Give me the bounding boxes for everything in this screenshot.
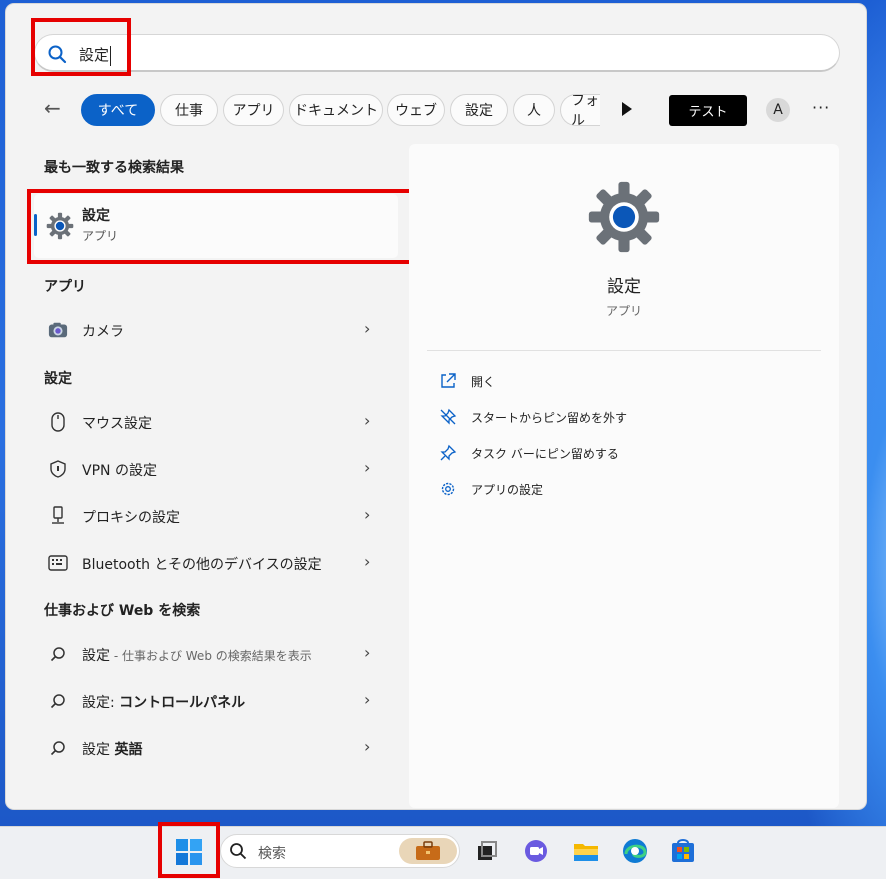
filter-chip-all[interactable]: すべて: [81, 94, 155, 126]
scroll-filters-right-icon[interactable]: [622, 102, 632, 116]
search-icon: [48, 738, 68, 758]
edge-browser-icon[interactable]: [620, 836, 650, 866]
chevron-right-icon[interactable]: ›: [364, 690, 370, 709]
web-result-main: 設定:: [82, 695, 120, 711]
preview-pane: 設定 アプリ 開く スタートからピン留めを外す タスク バーにピン留めする アプ…: [409, 144, 839, 808]
gear-icon: [441, 482, 455, 496]
setting-item-label: Bluetooth とその他のデバイスの設定: [82, 557, 322, 573]
search-input[interactable]: 設定: [34, 34, 840, 72]
filter-chip-work[interactable]: 仕事: [160, 94, 218, 126]
setting-item-label: VPN の設定: [82, 463, 157, 479]
taskbar-search-placeholder: 検索: [258, 846, 286, 862]
setting-item-vpn[interactable]: VPN の設定 ›: [34, 449, 390, 489]
divider: [427, 350, 821, 351]
preview-subtitle: アプリ: [605, 304, 642, 318]
open-external-icon: [441, 373, 456, 388]
search-icon: [48, 691, 68, 711]
chevron-right-icon[interactable]: ›: [364, 411, 370, 430]
action-label: タスク バーにピン留めする: [471, 447, 619, 461]
settings-heading: 設定: [44, 371, 72, 387]
filter-chip-settings[interactable]: 設定: [450, 94, 508, 126]
highlight-best-match: [27, 189, 416, 264]
shield-icon: [48, 459, 68, 479]
file-explorer-icon[interactable]: [571, 836, 601, 866]
store-icon[interactable]: [668, 836, 698, 866]
pin-icon: [440, 444, 457, 461]
taskbar-search-box[interactable]: 検索: [220, 834, 460, 868]
chevron-right-icon[interactable]: ›: [364, 737, 370, 756]
web-result-sub: - 仕事および Web の検索結果を表示: [110, 649, 312, 663]
mouse-icon: [48, 412, 68, 432]
setting-item-bluetooth[interactable]: Bluetooth とその他のデバイスの設定 ›: [34, 543, 390, 583]
setting-item-mouse[interactable]: マウス設定 ›: [34, 402, 390, 442]
best-match-heading: 最も一致する検索結果: [44, 160, 184, 176]
highlight-search-box: [31, 18, 131, 76]
web-result-bold: 英語: [114, 742, 143, 758]
filter-chip-web[interactable]: ウェブ: [387, 94, 445, 126]
apps-heading: アプリ: [44, 279, 86, 295]
chevron-right-icon[interactable]: ›: [364, 458, 370, 477]
setting-item-proxy[interactable]: プロキシの設定 ›: [34, 496, 390, 536]
camera-icon: [48, 320, 68, 340]
filter-chip-folders[interactable]: フォル: [560, 94, 600, 126]
chevron-right-icon[interactable]: ›: [364, 319, 370, 338]
app-item-label: カメラ: [82, 324, 124, 340]
more-options-icon[interactable]: ···: [812, 98, 830, 117]
web-result-item[interactable]: 設定 英語 ›: [34, 728, 390, 768]
briefcase-icon: [416, 841, 440, 860]
action-label: 開く: [471, 375, 496, 389]
proxy-icon: [48, 506, 68, 526]
web-result-main: 設定: [82, 648, 110, 664]
action-label: スタートからピン留めを外す: [471, 411, 628, 425]
preview-title: 設定: [607, 277, 641, 297]
setting-item-label: プロキシの設定: [82, 510, 180, 526]
chevron-right-icon[interactable]: ›: [364, 552, 370, 571]
setting-item-label: マウス設定: [82, 416, 152, 432]
highlight-start-button: [158, 822, 220, 878]
chevron-right-icon[interactable]: ›: [364, 505, 370, 524]
filter-chip-documents[interactable]: ドキュメント: [289, 94, 383, 126]
avatar[interactable]: A: [766, 98, 790, 122]
search-icon: [230, 843, 247, 860]
web-result-item[interactable]: 設定 - 仕事および Web の検索結果を表示 ›: [34, 634, 390, 674]
action-label: アプリの設定: [471, 483, 544, 497]
unpin-icon: [440, 408, 457, 425]
app-item-camera[interactable]: カメラ ›: [34, 310, 390, 350]
briefcase-highlight: [399, 838, 457, 864]
task-view-icon[interactable]: [472, 836, 502, 866]
search-icon: [48, 644, 68, 664]
filter-chip-apps[interactable]: アプリ: [223, 94, 284, 126]
chat-icon[interactable]: [521, 836, 551, 866]
back-arrow-icon[interactable]: ←: [44, 96, 61, 120]
web-search-heading: 仕事および Web を検索: [44, 603, 201, 619]
gear-icon: [588, 181, 660, 253]
web-result-item[interactable]: 設定: コントロールパネル ›: [34, 681, 390, 721]
keyboard-device-icon: [48, 553, 68, 573]
web-result-main: 設定: [82, 742, 115, 758]
filter-chip-people[interactable]: 人: [513, 94, 555, 126]
test-button[interactable]: テスト: [669, 95, 747, 126]
web-result-bold: コントロールパネル: [119, 695, 246, 711]
chevron-right-icon[interactable]: ›: [364, 643, 370, 662]
